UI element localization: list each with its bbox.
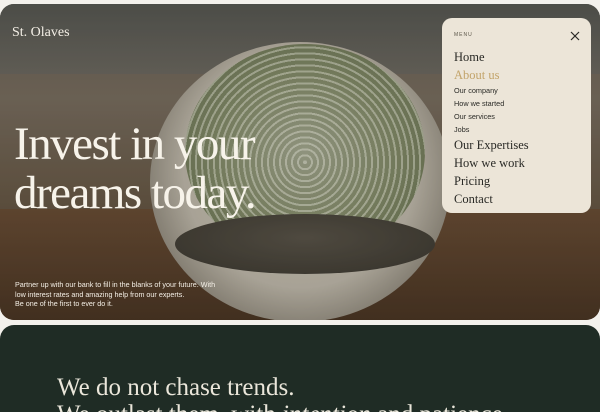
statement-line2-italic: intention: [282, 401, 371, 412]
menu-list: Home About us Our company How we started…: [454, 48, 529, 208]
navigation-menu: MENU Home About us Our company How we st…: [442, 18, 591, 213]
statement-text: We do not chase trends. We outlast them,…: [57, 374, 597, 412]
statement-line2-end: and patience.: [371, 401, 509, 412]
hero-headline: Invest in your dreams today.: [14, 120, 314, 218]
hero-intro-line3: Be one of the first to ever do it.: [15, 299, 113, 309]
menu-item-pricing[interactable]: Pricing: [454, 172, 529, 190]
statement-line1: We do not chase trends.: [57, 374, 295, 401]
hero-intro-line1: Partner up with our bank to fill in the …: [15, 280, 216, 289]
menu-item-about-us[interactable]: About us: [454, 66, 529, 84]
menu-item-our-company[interactable]: Our company: [454, 84, 529, 97]
hero-intro-text: Partner up with our bank to fill in the …: [15, 280, 230, 309]
hero-headline-line2: dreams today.: [14, 167, 257, 219]
statement-line2-start: We outlast them, with: [57, 401, 282, 412]
menu-item-our-expertises[interactable]: Our Expertises: [454, 136, 529, 154]
hero-intro-line2: low interest rates and amazing help from…: [15, 289, 185, 299]
menu-item-how-we-started[interactable]: How we started: [454, 97, 529, 110]
menu-label: MENU: [454, 32, 473, 38]
menu-item-our-services[interactable]: Our services: [454, 110, 529, 123]
menu-item-contact[interactable]: Contact: [454, 190, 529, 208]
page: St. Olaves Invest in your dreams today. …: [0, 0, 600, 412]
close-icon[interactable]: [569, 30, 581, 42]
menu-item-jobs[interactable]: Jobs: [454, 123, 529, 136]
statement-section: We do not chase trends. We outlast them,…: [0, 325, 600, 412]
hero-headline-line1: Invest in your: [14, 118, 256, 170]
menu-item-home[interactable]: Home: [454, 48, 529, 66]
menu-item-how-we-work[interactable]: How we work: [454, 154, 529, 172]
brand-logo[interactable]: St. Olaves: [12, 25, 70, 41]
